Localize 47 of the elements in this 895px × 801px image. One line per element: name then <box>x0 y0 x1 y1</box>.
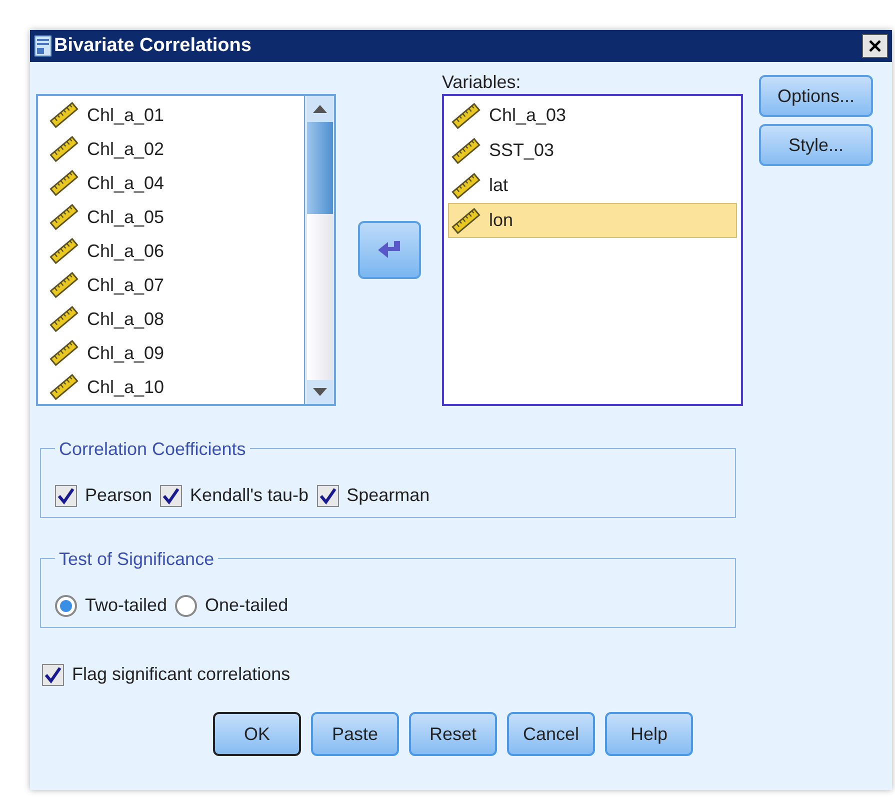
radio-label[interactable]: Two-tailed <box>85 592 168 619</box>
dialog-button[interactable]: Style... <box>759 124 873 166</box>
checkbox-label[interactable]: Pearson <box>85 482 152 509</box>
variable-item[interactable]: Chl_a_01 <box>46 98 304 132</box>
scrollbar[interactable] <box>304 96 334 404</box>
variable-item[interactable]: Chl_a_03 <box>448 98 737 133</box>
variable-item[interactable]: SST_03 <box>448 133 737 168</box>
radio-button[interactable] <box>175 594 198 616</box>
dialog-button[interactable]: Cancel <box>507 712 595 756</box>
scroll-up-button[interactable] <box>306 96 332 122</box>
variable-item[interactable]: Chl_a_08 <box>46 302 304 336</box>
checkbox[interactable] <box>316 484 339 506</box>
close-icon <box>868 39 882 53</box>
variable-item[interactable]: Chl_a_04 <box>46 166 304 200</box>
selected-variable-list[interactable]: Chl_a_03 SST_03 lat lon <box>442 94 743 406</box>
down-arrow-icon <box>312 388 326 396</box>
dialog-button[interactable]: Options... <box>759 75 873 117</box>
source-variable-list[interactable]: Chl_a_01 Chl_a_02 Chl_a_04 Chl_a_05 Chl_a_06 Chl_a_07 Chl_a_08 Chl_a_09 Chl_a_10 <box>36 94 336 406</box>
checkbox-label[interactable]: Kendall's tau-b <box>190 482 309 509</box>
variable-item[interactable]: lat <box>448 168 737 203</box>
dialog-button[interactable]: Paste <box>311 712 399 756</box>
window-title: Bivariate Correlations <box>54 34 252 58</box>
variable-item[interactable]: Chl_a_07 <box>46 268 304 302</box>
app-icon <box>34 35 52 57</box>
move-button[interactable] <box>358 221 420 279</box>
variable-item[interactable]: Chl_a_02 <box>46 132 304 166</box>
variable-item[interactable]: Chl_a_06 <box>46 234 304 268</box>
radio-label[interactable]: One-tailed <box>205 592 288 619</box>
dialog-button[interactable]: OK <box>213 712 301 756</box>
variables-label: Variables: <box>442 71 522 94</box>
dialog-button[interactable]: Help <box>605 712 693 756</box>
checkbox[interactable] <box>160 484 182 506</box>
checkbox[interactable] <box>42 664 64 686</box>
return-arrow-icon <box>376 239 402 261</box>
dialog-button[interactable]: Reset <box>409 712 497 756</box>
checkbox-label[interactable]: Flag significant correlations <box>72 661 290 688</box>
scroll-down-button[interactable] <box>306 380 332 404</box>
up-arrow-icon <box>312 105 326 113</box>
checkbox[interactable] <box>55 484 77 506</box>
variable-item[interactable]: Chl_a_09 <box>46 336 304 370</box>
variable-item[interactable]: lon <box>448 203 737 238</box>
checkbox-label[interactable]: Spearman <box>346 482 430 509</box>
radio-button[interactable] <box>55 594 77 616</box>
variable-item[interactable]: Chl_a_05 <box>46 200 304 234</box>
variable-item[interactable]: Chl_a_10 <box>46 370 304 404</box>
scroll-thumb[interactable] <box>306 122 332 214</box>
close-button[interactable] <box>862 34 888 58</box>
